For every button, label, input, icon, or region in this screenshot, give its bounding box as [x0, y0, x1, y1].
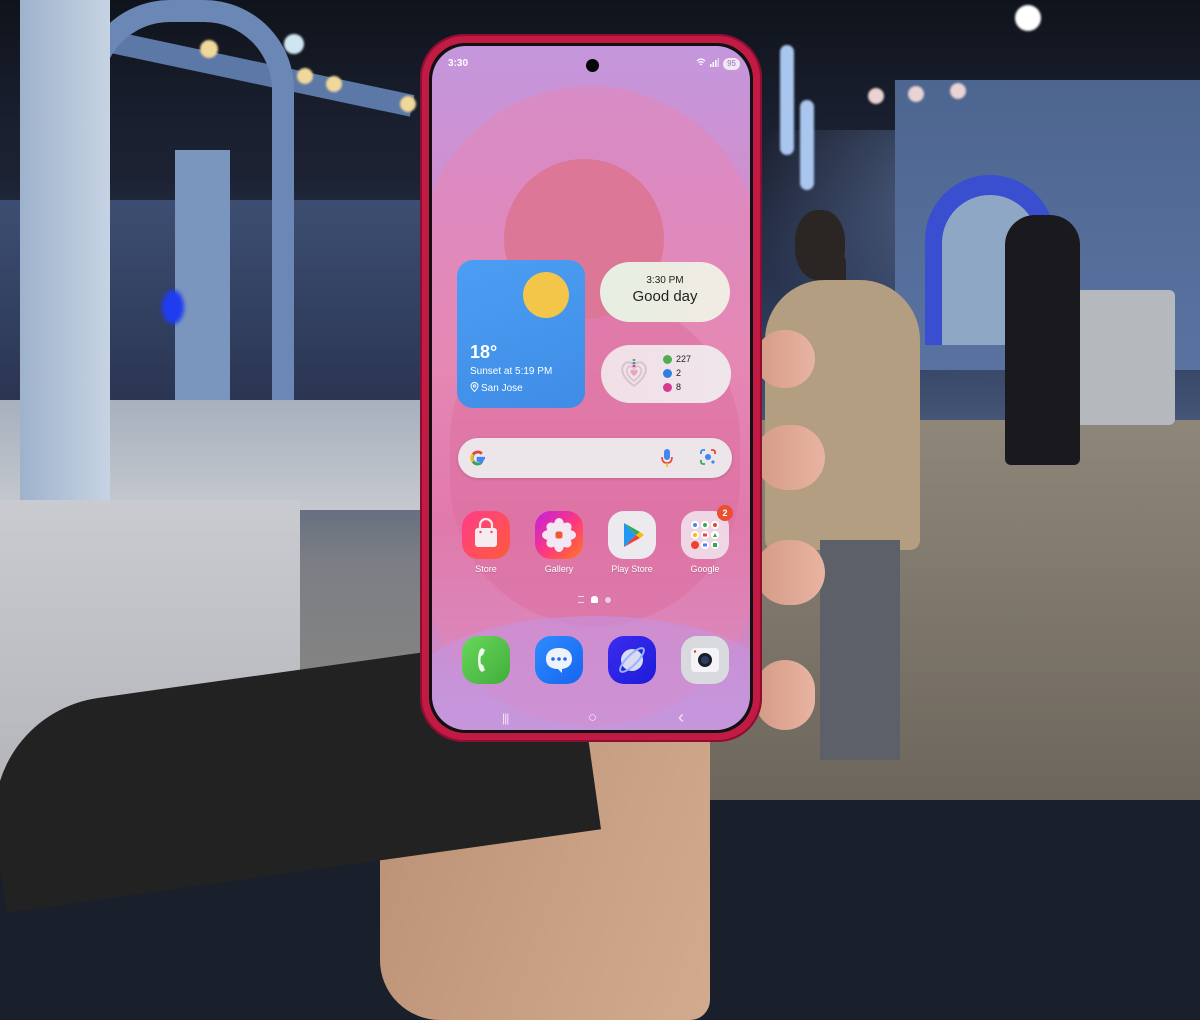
google-g-icon	[468, 448, 488, 468]
active-time-value: 2	[676, 368, 682, 378]
mic-icon[interactable]	[660, 448, 674, 468]
app-gallery[interactable]: Gallery	[529, 511, 589, 574]
status-time: 3:30	[448, 58, 469, 69]
weather-location: San Jose	[481, 383, 523, 394]
heart-rings-icon	[619, 357, 649, 389]
left-column	[20, 0, 110, 530]
page-dot	[605, 596, 611, 603]
health-stat-steps: 227	[663, 352, 691, 366]
navigation-bar: ||| ○ ‹	[432, 707, 750, 730]
dock-phone[interactable]	[456, 636, 516, 684]
camera-icon	[681, 636, 729, 684]
person-background	[1005, 215, 1080, 465]
bokeh-light	[297, 68, 313, 84]
clock-widget[interactable]: 3:30 PM Good day	[600, 262, 730, 322]
location-pin-icon	[470, 382, 479, 395]
active-time-icon	[663, 368, 672, 378]
dock-internet[interactable]	[602, 636, 662, 684]
play-store-icon	[608, 511, 656, 559]
health-stat-active: 2	[663, 366, 691, 380]
wifi-icon	[696, 58, 706, 70]
health-widget[interactable]: 227 2 8	[601, 345, 731, 403]
sun-icon	[523, 272, 569, 318]
clock-greeting: Good day	[632, 288, 698, 305]
app-label: Google	[690, 564, 720, 574]
app-label: Store	[475, 564, 497, 574]
bokeh-light	[284, 34, 304, 54]
folder-icon: 2	[681, 505, 733, 559]
shopping-bag-icon	[462, 511, 510, 559]
home-button[interactable]: ○	[588, 709, 597, 726]
clock-time: 3:30 PM	[646, 275, 684, 286]
dock-messages[interactable]	[529, 636, 589, 684]
steps-value: 227	[676, 354, 692, 364]
phone-frame: 3:30 95 18° Sunset at 5:19 PM San Jose 3…	[420, 34, 762, 742]
apps-list-indicator-icon	[578, 596, 584, 603]
bokeh-light	[800, 100, 814, 190]
battery-indicator: 95	[723, 58, 740, 70]
calories-icon	[663, 382, 672, 392]
calories-value: 8	[676, 382, 682, 392]
bokeh-light	[200, 40, 218, 58]
steps-icon	[663, 354, 672, 364]
phone-icon	[462, 636, 510, 684]
bokeh-light	[400, 96, 416, 112]
weather-widget[interactable]: 18° Sunset at 5:19 PM San Jose	[457, 260, 585, 408]
google-search-bar[interactable]	[458, 438, 732, 478]
home-screen: 3:30 95 18° Sunset at 5:19 PM San Jose 3…	[432, 46, 750, 730]
back-button[interactable]: ‹	[678, 707, 684, 728]
notification-badge: 2	[717, 505, 733, 521]
weather-sunset: Sunset at 5:19 PM	[470, 366, 553, 377]
recents-button[interactable]: |||	[502, 711, 509, 725]
bokeh-light	[780, 45, 794, 155]
message-icon	[535, 636, 583, 684]
page-indicator[interactable]	[578, 596, 611, 603]
app-label: Play Store	[611, 564, 653, 574]
front-camera	[586, 59, 599, 72]
flower-icon	[535, 511, 583, 559]
bokeh-light	[1015, 5, 1041, 31]
phone-screen: 3:30 95 18° Sunset at 5:19 PM San Jose 3…	[429, 43, 753, 733]
bokeh-light	[950, 83, 966, 99]
google-lens-icon[interactable]	[699, 448, 717, 466]
home-page-indicator-icon	[591, 596, 598, 603]
app-folder-google[interactable]: 2 Google	[675, 505, 735, 574]
weather-temperature: 18°	[470, 342, 498, 362]
dock-camera[interactable]	[675, 636, 735, 684]
bokeh-light	[908, 86, 924, 102]
health-stat-calories: 8	[663, 380, 691, 394]
bokeh-light	[868, 88, 884, 104]
app-store[interactable]: Store	[456, 511, 516, 574]
bokeh-light	[326, 76, 342, 92]
signal-icon	[710, 58, 720, 70]
browser-icon	[608, 636, 656, 684]
app-play-store[interactable]: Play Store	[602, 511, 662, 574]
counter	[1075, 290, 1175, 425]
app-label: Gallery	[544, 564, 574, 574]
